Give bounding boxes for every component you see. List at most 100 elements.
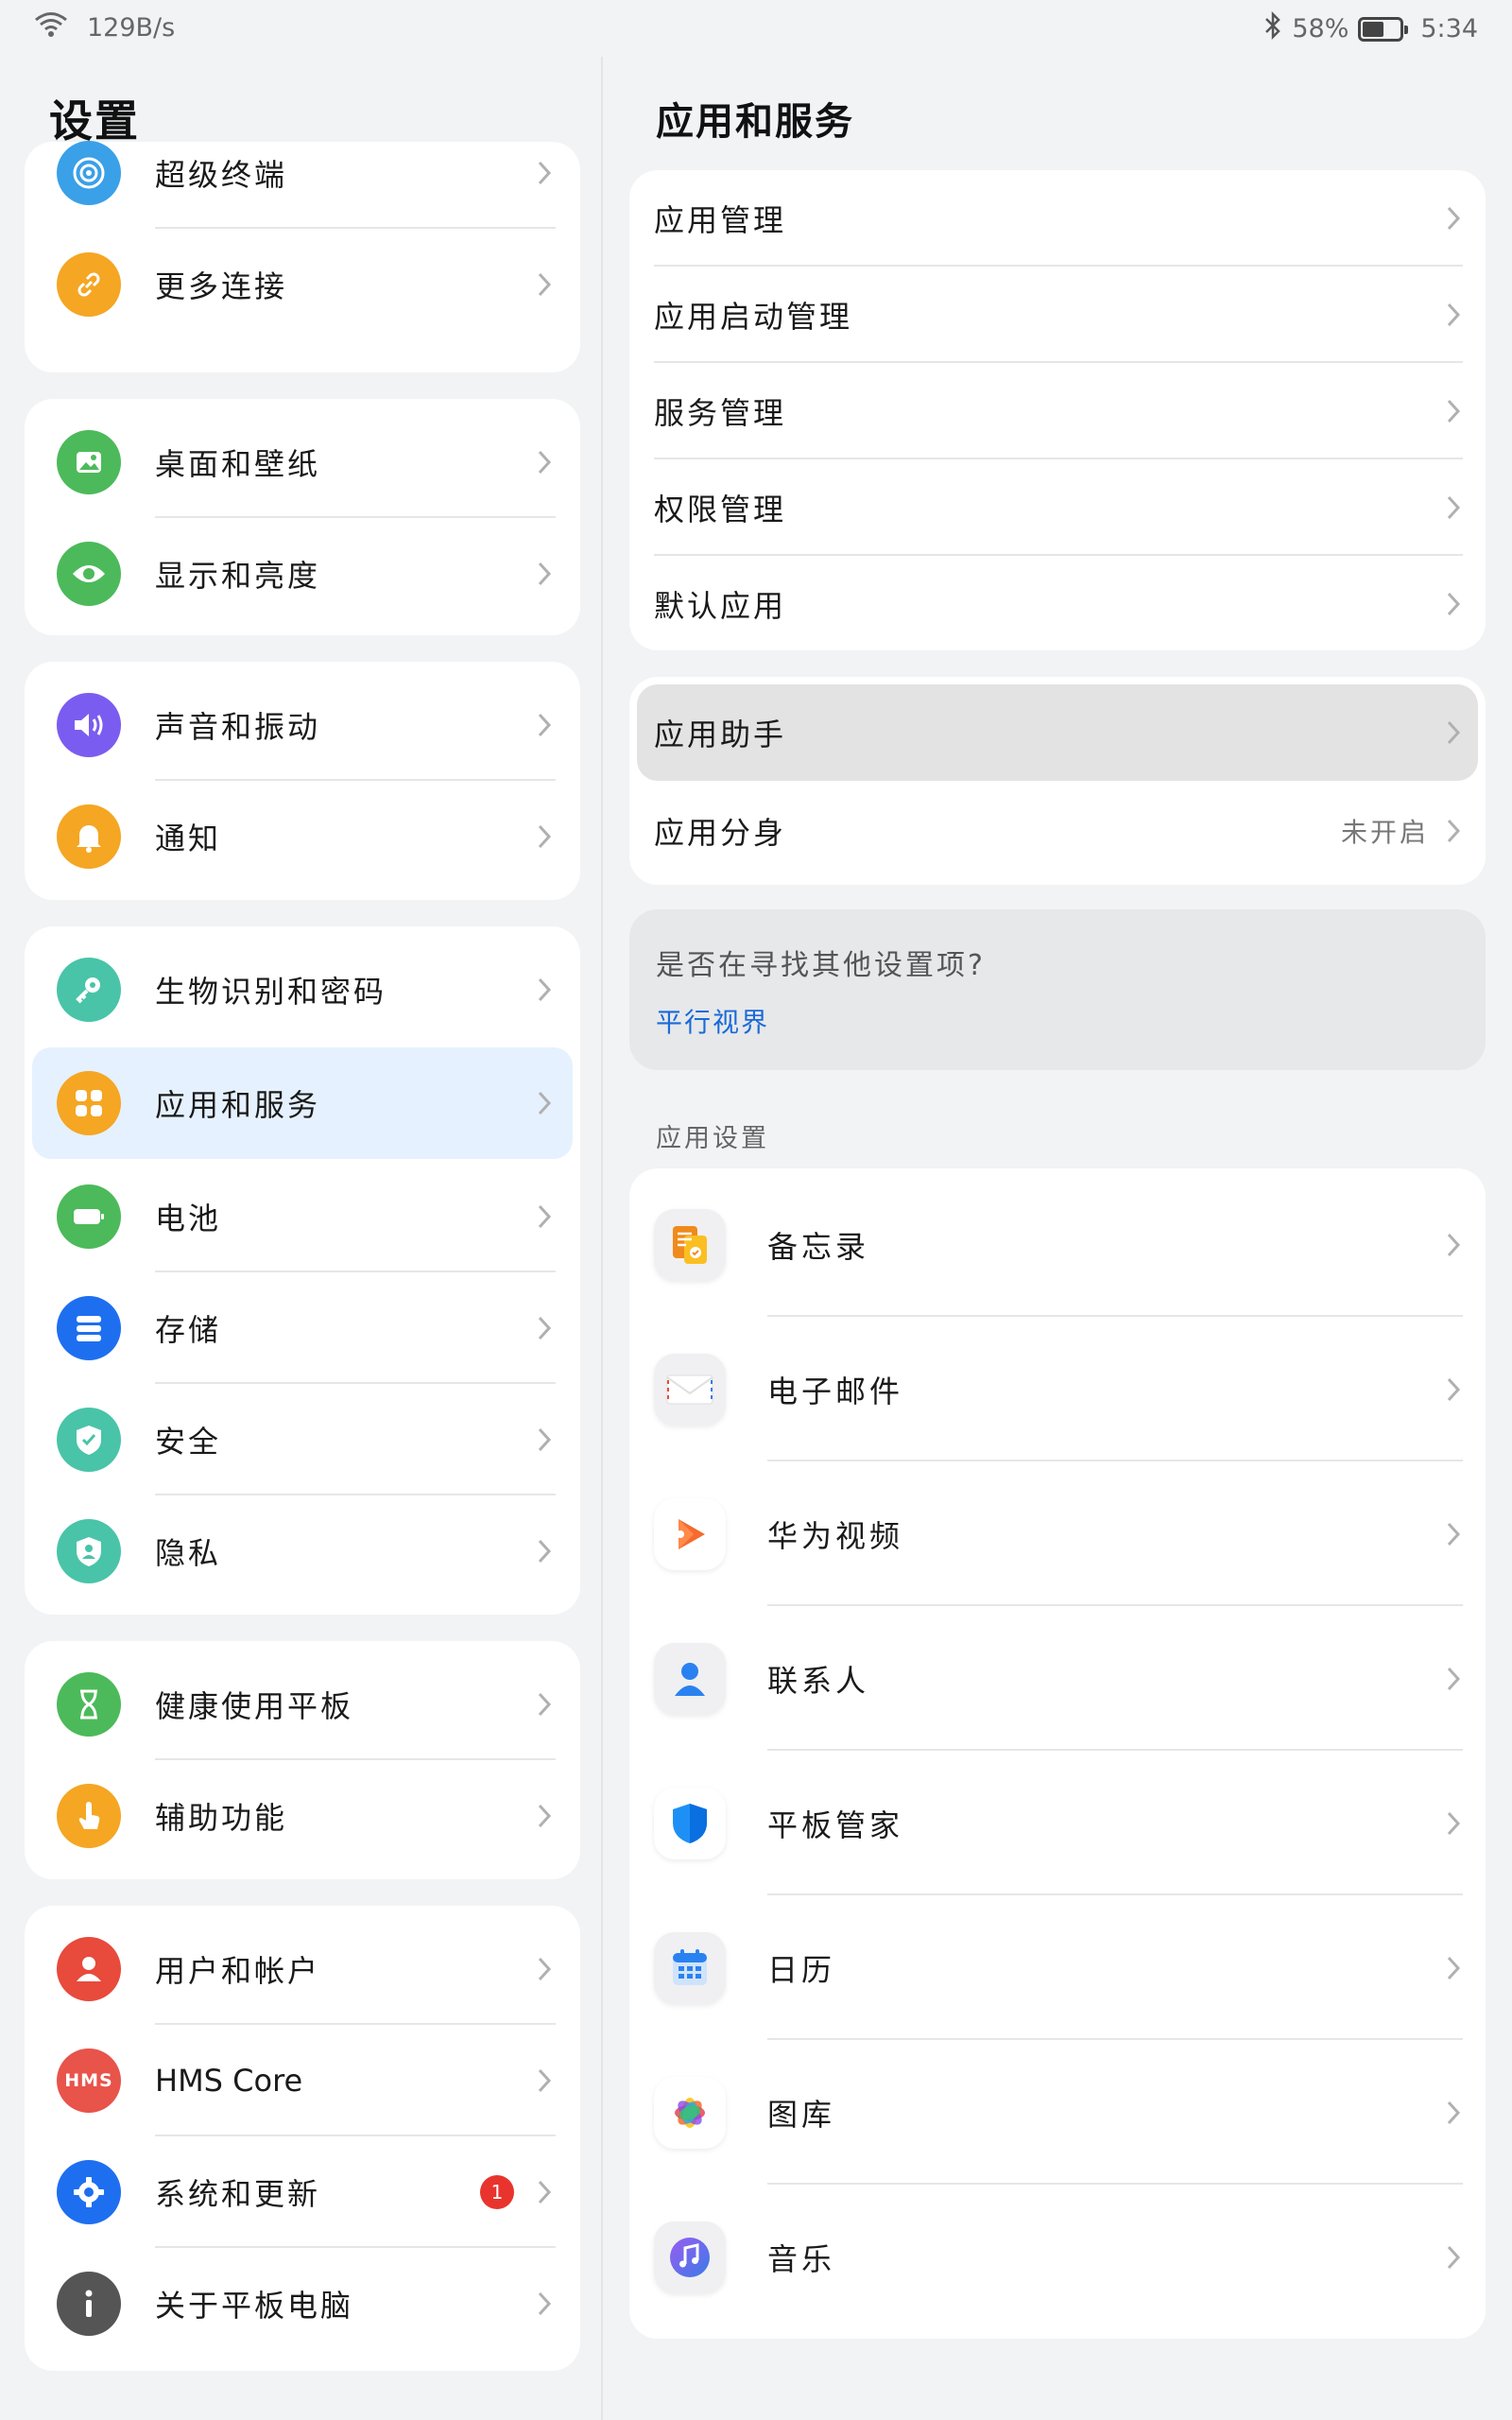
info-icon <box>57 2272 121 2336</box>
chevron-right-icon <box>1446 1521 1461 1547</box>
chevron-right-icon <box>537 1315 552 1341</box>
settings-group-health: 健康使用平板 辅助功能 <box>25 1641 580 1879</box>
app-item-music[interactable]: 音乐 <box>629 2185 1486 2329</box>
app-item-label: 平板管家 <box>767 1806 904 1843</box>
permission-management-item[interactable]: 权限管理 <box>629 459 1486 556</box>
eye-icon <box>57 542 121 606</box>
chevron-right-icon <box>1446 494 1461 521</box>
app-settings-group: 备忘录 电子邮件 华为视频 联系人 平板管家 日历 图库 音乐 <box>629 1168 1486 2339</box>
app-item-calendar[interactable]: 日历 <box>629 1895 1486 2040</box>
sidebar-item-about-tablet[interactable]: 关于平板电脑 <box>25 2248 580 2360</box>
sidebar-item-sound-vibration[interactable]: 声音和振动 <box>25 669 580 781</box>
detail-pane: 应用和服务 应用管理 应用启动管理 服务管理 权限管理 默认应用 应用助手 应用… <box>603 0 1512 2420</box>
sidebar-item-label: 辅助功能 <box>155 1800 288 1836</box>
app-item-email[interactable]: 电子邮件 <box>629 1317 1486 1461</box>
chevron-right-icon <box>1446 1376 1461 1403</box>
update-count-badge: 1 <box>480 2175 514 2209</box>
sidebar-item-users-accounts[interactable]: 用户和帐户 <box>25 1913 580 2025</box>
sidebar-item-label: 生物识别和密码 <box>155 974 387 1010</box>
chevron-right-icon <box>537 1090 552 1116</box>
chevron-right-icon <box>537 1203 552 1230</box>
sidebar-item-label: 超级终端 <box>155 157 288 193</box>
chevron-right-icon <box>537 1426 552 1453</box>
battery-icon <box>57 1184 121 1249</box>
chevron-right-icon <box>1446 591 1461 617</box>
chevron-right-icon <box>537 712 552 738</box>
wallpaper-icon <box>57 430 121 494</box>
item-label: 默认应用 <box>654 588 787 624</box>
manager-shield-icon <box>654 1787 726 1859</box>
app-assistant-group: 应用助手 应用分身 未开启 <box>629 677 1486 885</box>
app-twin-item[interactable]: 应用分身 未开启 <box>629 783 1486 879</box>
sidebar-item-storage[interactable]: 存储 <box>25 1272 580 1384</box>
chevron-right-icon <box>537 2179 552 2205</box>
hand-icon <box>57 1784 121 1848</box>
search-suggestion-card: 是否在寻找其他设置项? 平行视界 <box>629 909 1486 1070</box>
chevron-right-icon <box>537 977 552 1003</box>
app-management-item[interactable]: 应用管理 <box>629 170 1486 267</box>
sidebar-item-label: 用户和帐户 <box>155 1953 321 1989</box>
sidebar-item-wallpaper[interactable]: 桌面和壁纸 <box>25 406 580 518</box>
app-item-huawei-video[interactable]: 华为视频 <box>629 1461 1486 1606</box>
app-item-label: 图库 <box>767 2096 836 2133</box>
chevron-right-icon <box>537 271 552 298</box>
sidebar-item-hms-core[interactable]: HMS HMS Core <box>25 2025 580 2136</box>
sidebar-item-super-device[interactable]: 超级终端 <box>25 117 580 229</box>
chevron-right-icon <box>537 2067 552 2094</box>
sidebar-item-label: 健康使用平板 <box>155 1688 354 1724</box>
shield-check-icon <box>57 1408 121 1472</box>
sidebar-item-label: HMS Core <box>155 2063 303 2099</box>
music-icon <box>654 2221 726 2293</box>
chevron-right-icon <box>1446 719 1461 746</box>
chevron-right-icon <box>537 2290 552 2317</box>
chevron-right-icon <box>537 1956 552 1982</box>
sidebar-item-label: 显示和亮度 <box>155 558 321 594</box>
sidebar-item-biometrics[interactable]: 生物识别和密码 <box>25 934 580 1046</box>
chevron-right-icon <box>537 823 552 850</box>
chevron-right-icon <box>537 1538 552 1564</box>
chevron-right-icon <box>1446 1810 1461 1837</box>
service-management-item[interactable]: 服务管理 <box>629 363 1486 459</box>
sidebar-item-security[interactable]: 安全 <box>25 1384 580 1495</box>
sidebar-item-apps-services[interactable]: 应用和服务 <box>32 1047 573 1159</box>
sidebar-item-label: 通知 <box>155 821 222 856</box>
app-item-contacts[interactable]: 联系人 <box>629 1606 1486 1751</box>
app-item-label: 电子邮件 <box>767 1373 904 1409</box>
chevron-right-icon <box>1446 1666 1461 1692</box>
sidebar-item-label: 电池 <box>155 1201 222 1236</box>
sidebar-item-notifications[interactable]: 通知 <box>25 781 580 892</box>
chevron-right-icon <box>1446 2100 1461 2126</box>
sidebar-item-healthy-usage[interactable]: 健康使用平板 <box>25 1649 580 1760</box>
sidebar-item-display-brightness[interactable]: 显示和亮度 <box>25 518 580 630</box>
gallery-icon <box>654 2076 726 2149</box>
parallel-view-link[interactable]: 平行视界 <box>656 1002 769 1040</box>
sidebar-item-label: 系统和更新 <box>155 2176 321 2212</box>
default-apps-item[interactable]: 默认应用 <box>629 556 1486 652</box>
item-label: 应用启动管理 <box>654 299 853 335</box>
privacy-icon <box>57 1519 121 1583</box>
app-item-notepad[interactable]: 备忘录 <box>629 1172 1486 1317</box>
sidebar-item-label: 声音和振动 <box>155 709 321 745</box>
chevron-right-icon <box>1446 1232 1461 1258</box>
app-launch-management-item[interactable]: 应用启动管理 <box>629 267 1486 363</box>
sidebar-item-label: 更多连接 <box>155 268 288 304</box>
app-item-tablet-manager[interactable]: 平板管家 <box>629 1751 1486 1895</box>
sidebar-item-system-updates[interactable]: 系统和更新 1 <box>25 2136 580 2248</box>
chevron-right-icon <box>1446 205 1461 232</box>
calendar-icon <box>654 1931 726 2004</box>
sidebar-item-battery[interactable]: 电池 <box>25 1161 580 1272</box>
app-assistant-item[interactable]: 应用助手 <box>637 684 1478 781</box>
sidebar-item-more-connections[interactable]: 更多连接 <box>25 229 580 340</box>
detail-title: 应用和服务 <box>656 100 854 144</box>
sidebar-item-accessibility[interactable]: 辅助功能 <box>25 1760 580 1872</box>
sidebar-item-label: 桌面和壁纸 <box>155 446 321 482</box>
chevron-right-icon <box>1446 818 1461 844</box>
sidebar-item-privacy[interactable]: 隐私 <box>25 1495 580 1607</box>
app-item-gallery[interactable]: 图库 <box>629 2040 1486 2185</box>
apps-icon <box>57 1071 121 1135</box>
chevron-right-icon <box>537 160 552 186</box>
chevron-right-icon <box>1446 1955 1461 1981</box>
speaker-icon <box>57 693 121 757</box>
sidebar-item-label: 存储 <box>155 1312 222 1348</box>
chevron-right-icon <box>537 1691 552 1718</box>
